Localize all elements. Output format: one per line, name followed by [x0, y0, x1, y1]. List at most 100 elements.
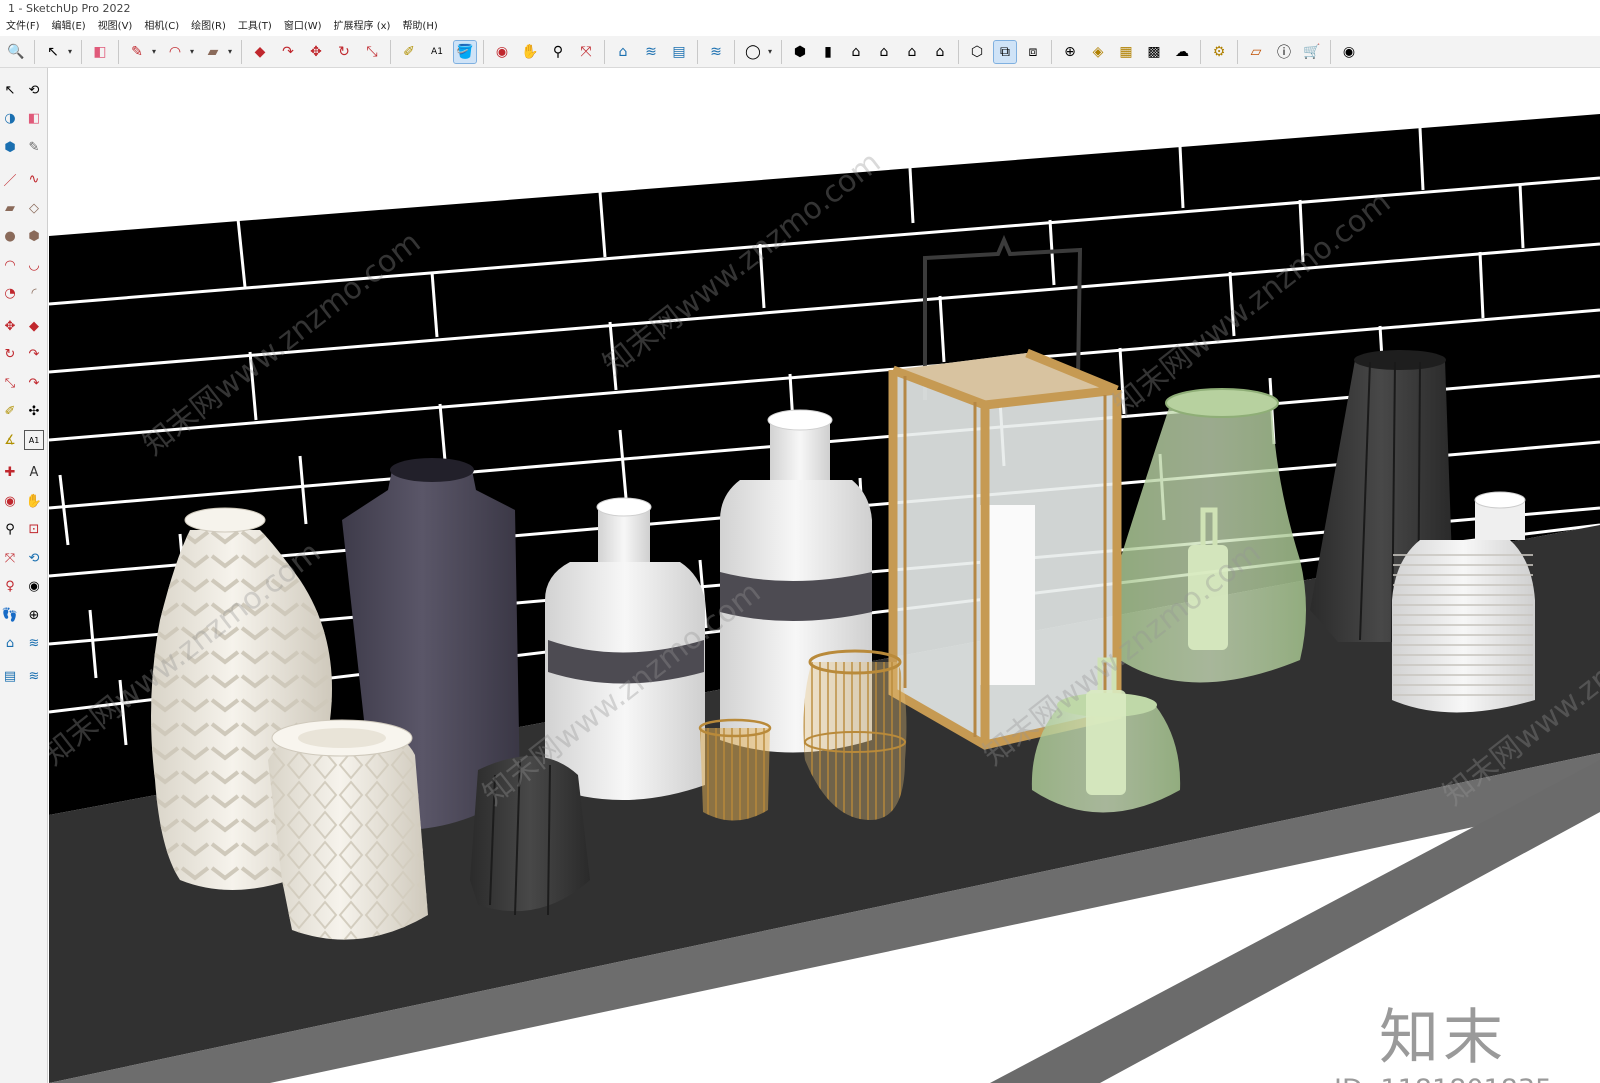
layout2-tool-icon[interactable]: ▤	[0, 666, 20, 686]
warehouse2-tool-icon[interactable]: ⌂	[0, 634, 20, 654]
line-tool-icon[interactable]: ／	[0, 170, 20, 190]
pan-tool-icon[interactable]: ✋	[24, 491, 44, 511]
text-tool-icon[interactable]: A1	[24, 430, 44, 450]
cream-diamond-vase[interactable]	[268, 719, 428, 940]
menu-item[interactable]: 视图(V)	[92, 18, 139, 36]
move-icon[interactable]: ✥	[305, 41, 327, 63]
rotated-rect-tool-icon[interactable]: ◇	[24, 198, 44, 218]
menu-item[interactable]: 相机(C)	[138, 18, 185, 36]
dropdown-icon[interactable]: ▾	[149, 41, 159, 63]
menu-item[interactable]: 窗口(W)	[278, 18, 328, 36]
polygon-tool-icon[interactable]: ⬢	[24, 227, 44, 247]
info-icon[interactable]: ⓘ	[1273, 41, 1295, 63]
send-layout2-tool-icon[interactable]: ≋	[24, 666, 44, 686]
menu-item[interactable]: 编辑(E)	[46, 18, 92, 36]
tape-measure-icon[interactable]: ✐	[398, 41, 420, 63]
section-display-icon[interactable]: ⧈	[1022, 41, 1044, 63]
message-icon[interactable]: ▱	[1245, 41, 1267, 63]
right-view-icon[interactable]: ⌂	[873, 41, 895, 63]
pencil-icon[interactable]: ✎	[126, 41, 148, 63]
top-view-icon[interactable]: ▮	[817, 41, 839, 63]
terrain-icon[interactable]: ▦	[1115, 41, 1137, 63]
brass-wire-votive[interactable]	[698, 718, 772, 821]
back-view-icon[interactable]: ⌂	[901, 41, 923, 63]
axes-tool-icon[interactable]: ✚	[0, 463, 20, 483]
ext-warehouse2-tool-icon[interactable]: ≋	[24, 634, 44, 654]
previous-tool-icon[interactable]: ⟲	[24, 548, 44, 568]
arc2-tool-icon[interactable]: ◡	[24, 255, 44, 275]
rectangle-icon[interactable]: ▰	[202, 41, 224, 63]
push-pull-icon[interactable]: ◆	[249, 41, 271, 63]
layout-icon[interactable]: ▤	[668, 41, 690, 63]
arc-tool-icon[interactable]: ◠	[0, 255, 20, 275]
text-icon[interactable]: A1	[426, 41, 448, 63]
account-icon[interactable]: ◯	[742, 41, 764, 63]
dropdown-icon[interactable]: ▾	[765, 41, 775, 63]
zoom-extents-tool-icon[interactable]: ⤧	[0, 548, 20, 568]
rotate-icon[interactable]: ↻	[333, 41, 355, 63]
zoom2-tool-icon[interactable]: ⚲	[0, 520, 20, 540]
section-tool-icon[interactable]: ⊕	[24, 605, 44, 625]
eraser-tool-icon[interactable]: ◧	[24, 109, 44, 129]
move-tool-icon[interactable]: ✥	[0, 316, 20, 336]
zoom-window-tool-icon[interactable]: ⊡	[24, 520, 44, 540]
orbit2-tool-icon[interactable]: ◉	[0, 491, 20, 511]
pie-tool-icon[interactable]: ◔	[0, 284, 20, 304]
tape-tool-icon[interactable]: ✐	[0, 402, 20, 422]
orbit-tool-icon[interactable]: ⟲	[24, 80, 44, 100]
freehand-tool-icon[interactable]: ∿	[24, 170, 44, 190]
pencil-tool-icon[interactable]: ✎	[24, 137, 44, 157]
send-to-layout-icon[interactable]: ≋	[705, 41, 727, 63]
rotate-tool-icon[interactable]: ↻	[0, 345, 20, 365]
walk-tool-icon[interactable]: 👣	[0, 605, 20, 625]
dimension-tool-icon[interactable]: ✣	[24, 402, 44, 422]
scale-icon[interactable]: ⤡	[361, 41, 383, 63]
zoom-icon[interactable]: 🔍	[5, 41, 27, 63]
left-view-icon[interactable]: ⌂	[929, 41, 951, 63]
component-tool-icon[interactable]: ⬢	[0, 137, 20, 157]
scene[interactable]	[49, 69, 1600, 1083]
paint-bucket-icon[interactable]: 🪣	[453, 39, 477, 64]
paint-tool-icon[interactable]: ◑	[0, 109, 20, 129]
shadow-icon[interactable]: ◈	[1087, 41, 1109, 63]
pan-icon[interactable]: ✋	[519, 41, 541, 63]
add-location-icon[interactable]: ⊕	[1059, 41, 1081, 63]
protractor-tool-icon[interactable]: ∡	[0, 430, 20, 450]
push-pull-tool-icon[interactable]: ◆	[24, 316, 44, 336]
dropdown-icon[interactable]: ▾	[187, 41, 197, 63]
eraser-icon[interactable]: ◧	[89, 41, 111, 63]
circle-tool-icon[interactable]: ●	[0, 227, 20, 247]
position-camera-tool-icon[interactable]: ♀	[0, 577, 20, 597]
scale-tool-icon[interactable]: ⤡	[0, 373, 20, 393]
3d-text-tool-icon[interactable]: A	[24, 463, 44, 483]
zoom-tool-icon[interactable]: ⚲	[547, 41, 569, 63]
profile-icon[interactable]: ◉	[1338, 41, 1360, 63]
front-view-icon[interactable]: ⌂	[845, 41, 867, 63]
section-plane-icon[interactable]: ⧉	[993, 39, 1017, 64]
rectangle-tool-icon[interactable]: ▰	[0, 198, 20, 218]
warehouse-icon[interactable]: ⌂	[612, 41, 634, 63]
orbit-icon[interactable]: ◉	[491, 41, 513, 63]
menu-item[interactable]: 帮助(H)	[396, 18, 443, 36]
select-icon[interactable]: ↖	[42, 41, 64, 63]
dropdown-icon[interactable]: ▾	[225, 41, 235, 63]
follow-me-tool-icon[interactable]: ↷	[24, 345, 44, 365]
select-tool-icon[interactable]: ↖	[0, 80, 20, 100]
follow-me-icon[interactable]: ↷	[277, 41, 299, 63]
arc3-tool-icon[interactable]: ◜	[24, 284, 44, 304]
cloud-icon[interactable]: ☁	[1171, 41, 1193, 63]
offset-tool-icon[interactable]: ↷	[24, 373, 44, 393]
cart-icon[interactable]: 🛒	[1301, 41, 1323, 63]
gear-icon[interactable]: ⚙	[1208, 41, 1230, 63]
extension-warehouse-icon[interactable]: ≋	[640, 41, 662, 63]
iso-view-icon[interactable]: ⬢	[789, 41, 811, 63]
charcoal-fluted-cup[interactable]	[470, 756, 590, 916]
menu-item[interactable]: 文件(F)	[0, 18, 46, 36]
dropdown-icon[interactable]: ▾	[65, 41, 75, 63]
solid-tools-icon[interactable]: ⬡	[966, 41, 988, 63]
menu-item[interactable]: 工具(T)	[232, 18, 278, 36]
arc-icon[interactable]: ◠	[164, 41, 186, 63]
3d-viewport[interactable]: 知末网www.znzmo.com 知末网www.znzmo.com 知末网www…	[49, 69, 1600, 1083]
zoom-extents-icon[interactable]: ⤧	[575, 41, 597, 63]
look-around-tool-icon[interactable]: ◉	[24, 577, 44, 597]
